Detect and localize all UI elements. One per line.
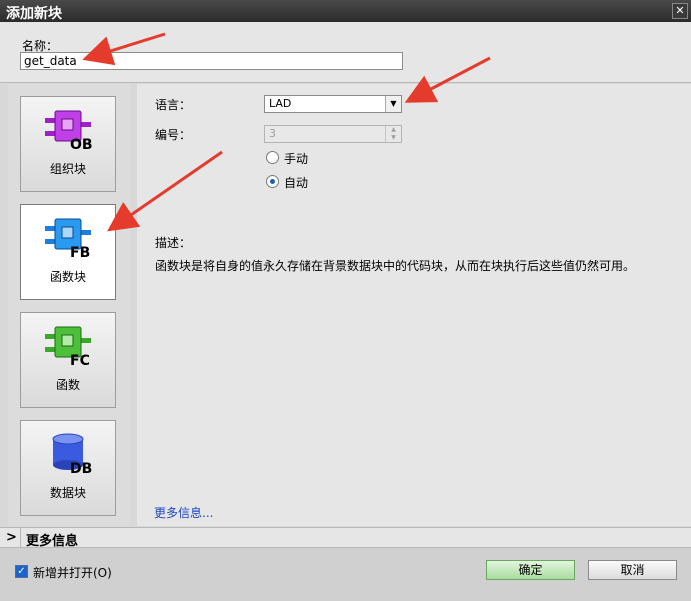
language-label: 语言： bbox=[155, 98, 192, 112]
fc-block-icon: FC bbox=[45, 326, 91, 367]
name-panel: 名称： bbox=[0, 22, 691, 83]
ok-button[interactable]: 确定 bbox=[486, 560, 575, 580]
block-type-fc[interactable]: FC 函数 bbox=[20, 312, 116, 408]
close-icon[interactable]: ✕ bbox=[672, 3, 688, 19]
block-type-fc-label: 函数 bbox=[55, 378, 80, 392]
stepper-arrows-icon: ▲ ▼ bbox=[385, 126, 401, 142]
chevron-right-icon[interactable]: > bbox=[6, 530, 17, 545]
description-label: 描述： bbox=[155, 236, 192, 250]
block-type-db[interactable]: DB 数据块 bbox=[20, 420, 116, 516]
ob-block-icon: OB bbox=[45, 110, 93, 151]
block-type-fb[interactable]: FB 函数块 bbox=[20, 204, 116, 300]
svg-text:FC: FC bbox=[70, 353, 90, 367]
divider bbox=[20, 528, 21, 549]
manual-radio-label: 手动 bbox=[284, 152, 309, 166]
number-stepper: 3 ▲ ▼ bbox=[264, 125, 402, 143]
chevron-down-icon[interactable]: ▼ bbox=[385, 96, 401, 112]
cancel-button[interactable]: 取消 bbox=[588, 560, 677, 580]
radio-checked-icon bbox=[266, 175, 279, 188]
block-properties-panel: 语言： LAD ▼ 编号： 3 ▲ ▼ 手动 自动 描述： 函数块是将自身的值永久… bbox=[137, 84, 691, 526]
more-info-bar[interactable]: > 更多信息 bbox=[0, 527, 691, 549]
name-input[interactable] bbox=[20, 52, 403, 70]
description-text: 函数块是将自身的值永久存储在背景数据块中的代码块，从而在块执行后这些值仍然可用。 bbox=[155, 259, 636, 273]
language-select[interactable]: LAD ▼ bbox=[264, 95, 402, 113]
db-block-icon: DB bbox=[52, 433, 92, 475]
add-and-open-label[interactable]: 新增并打开(O) bbox=[33, 564, 112, 581]
dialog-titlebar: 添加新块 ✕ bbox=[0, 0, 691, 22]
language-value: LAD bbox=[269, 97, 292, 110]
number-label: 编号： bbox=[155, 128, 192, 142]
svg-text:FB: FB bbox=[70, 245, 90, 259]
block-type-ob-label: 组织块 bbox=[49, 162, 86, 176]
fb-block-icon: FB bbox=[45, 218, 91, 259]
block-type-fb-label: 函数块 bbox=[49, 270, 86, 284]
more-info-link[interactable]: 更多信息... bbox=[154, 504, 213, 521]
block-type-panel: OB 组织块 FB 函数块 FC 函数 DB 数据块 bbox=[8, 84, 130, 526]
block-type-db-label: 数据块 bbox=[49, 486, 86, 500]
more-info-title: 更多信息 bbox=[26, 534, 79, 549]
svg-text:OB: OB bbox=[70, 137, 93, 151]
auto-radio[interactable]: 自动 bbox=[266, 174, 346, 190]
dialog-title: 添加新块 bbox=[6, 6, 62, 22]
add-and-open-checkbox[interactable]: ✓ bbox=[15, 565, 28, 578]
number-value: 3 bbox=[269, 127, 276, 140]
auto-radio-label: 自动 bbox=[284, 176, 309, 190]
dialog-footer: ✓ 新增并打开(O) 确定 取消 bbox=[0, 548, 691, 601]
manual-radio[interactable]: 手动 bbox=[266, 150, 346, 166]
block-type-ob[interactable]: OB 组织块 bbox=[20, 96, 116, 192]
svg-text:DB: DB bbox=[70, 461, 92, 475]
radio-unchecked-icon bbox=[266, 151, 279, 164]
